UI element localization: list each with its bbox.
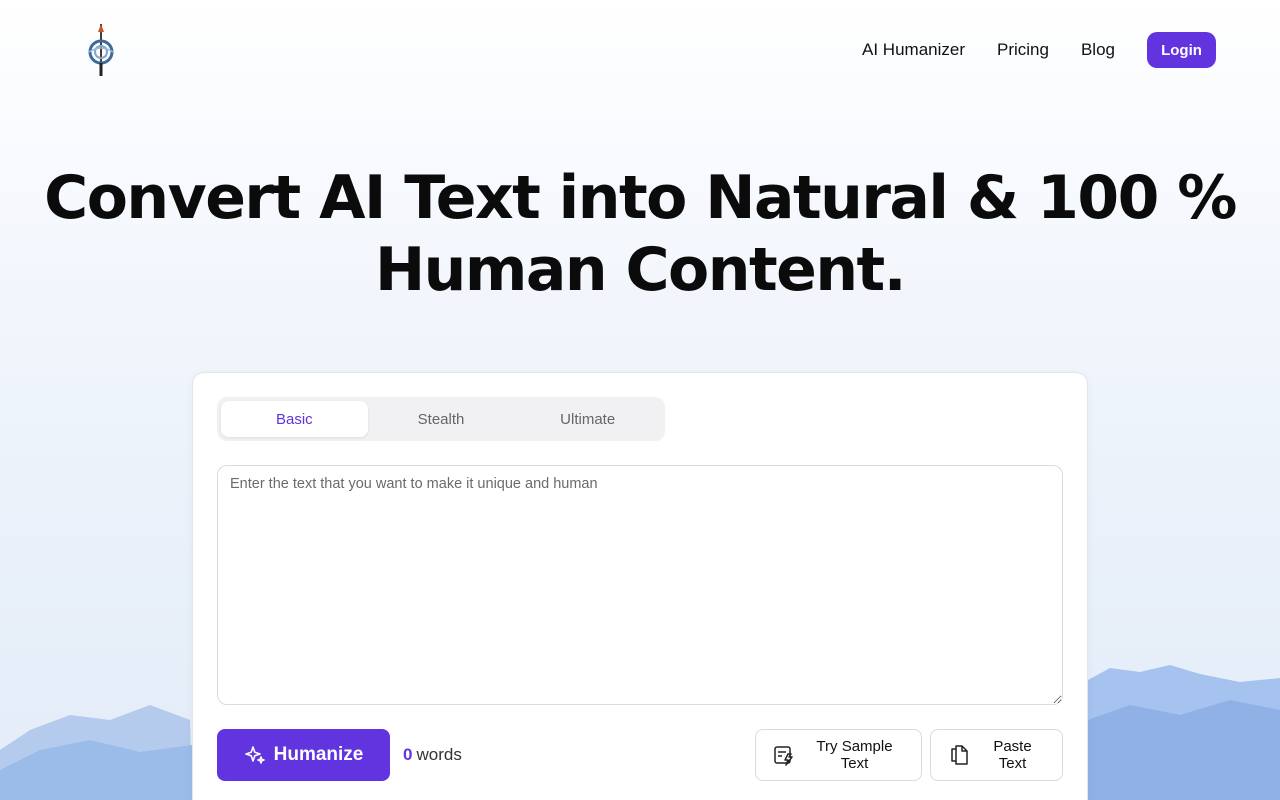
sparkles-icon: [244, 744, 266, 766]
sample-text-icon: [772, 743, 796, 767]
hero-line-1: Convert AI Text into Natural & 100 %: [44, 163, 1237, 233]
try-sample-text-button[interactable]: Try Sample Text: [755, 729, 922, 781]
hero-line-2: Human Content.: [374, 235, 907, 305]
nav-pricing[interactable]: Pricing: [997, 40, 1049, 60]
try-sample-text-label: Try Sample Text: [816, 738, 893, 772]
paste-text-label: Paste Text: [993, 738, 1032, 772]
paste-icon: [947, 743, 971, 767]
word-count-unit: words: [416, 745, 462, 764]
main-nav: AI Humanizer Pricing Blog Login: [862, 32, 1216, 68]
humanize-button[interactable]: Humanize: [217, 729, 390, 781]
paste-text-button[interactable]: Paste Text: [930, 729, 1063, 781]
tab-stealth[interactable]: Stealth: [368, 401, 515, 437]
word-count-value: 0: [403, 745, 413, 764]
tab-ultimate[interactable]: Ultimate: [514, 401, 661, 437]
humanize-label: Humanize: [273, 744, 364, 765]
nav-blog[interactable]: Blog: [1081, 40, 1115, 60]
word-count: 0 words: [403, 745, 462, 765]
humanizer-card: Basic Stealth Ultimate Humanize 0words T…: [192, 372, 1088, 800]
hero-heading: Convert AI Text into Natural & 100 % Hum…: [0, 162, 1280, 306]
tab-basic[interactable]: Basic: [221, 401, 368, 437]
pen-compass-logo-icon[interactable]: [84, 22, 120, 78]
text-input[interactable]: [217, 465, 1063, 705]
mode-tabs: Basic Stealth Ultimate: [217, 397, 665, 441]
site-header: AI Humanizer Pricing Blog Login: [0, 0, 1280, 100]
login-button[interactable]: Login: [1147, 32, 1216, 68]
nav-ai-humanizer[interactable]: AI Humanizer: [862, 40, 965, 60]
